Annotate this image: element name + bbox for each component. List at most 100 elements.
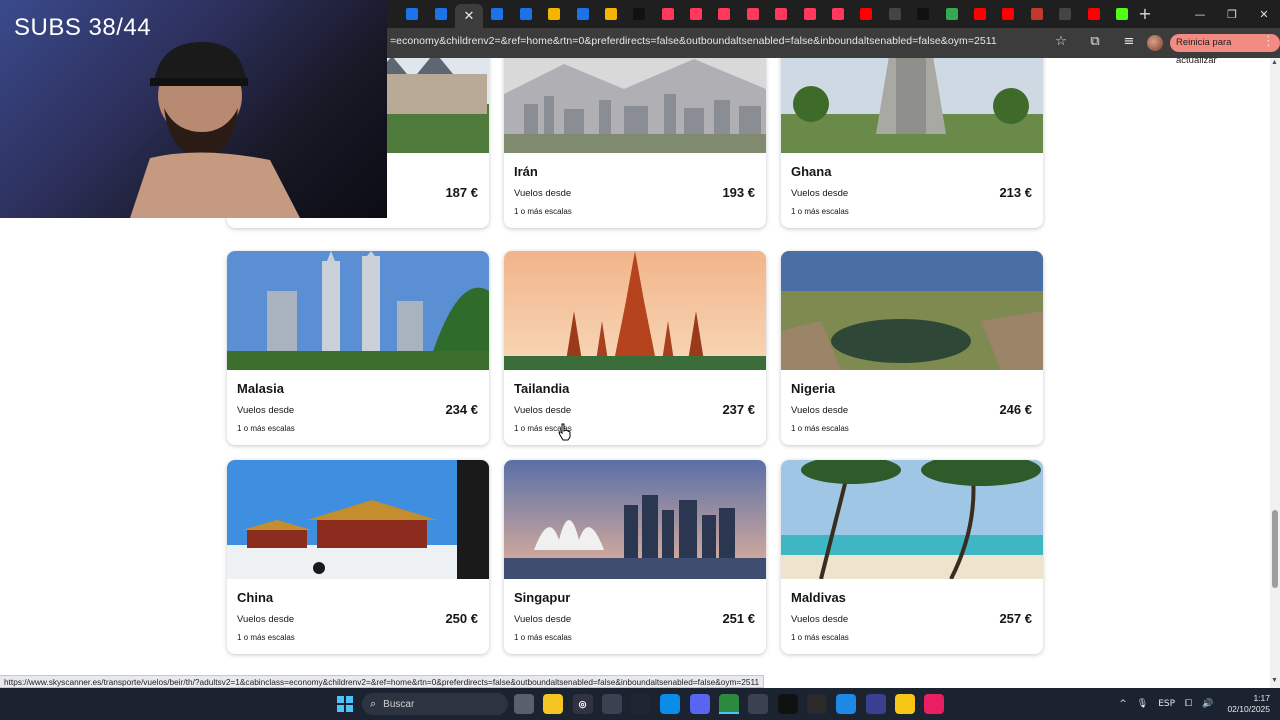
destination-card[interactable]: Tailandia Vuelos desde 237 €1 o más escala… [504,251,766,445]
sheet-icon [945,8,958,20]
clock[interactable]: 1:17 02/10/2025 [1227,693,1270,715]
browser-tab[interactable] [1108,3,1136,25]
mail-icon [491,8,504,20]
tiktok-icon [917,8,930,20]
folder-icon [548,8,561,20]
scroll-down-icon[interactable]: ▼ [1271,677,1278,684]
tiktok-icon[interactable] [777,694,798,714]
windows-taskbar: ⌕ Buscar ◎ ^ 🎙 ESP ⧠ 🔊 1:17 02/10/2025 [0,688,1280,720]
extensions-icon[interactable]: ⧉ [1087,34,1103,50]
windows-start-icon[interactable] [337,696,353,712]
destination-photo [504,460,766,579]
destination-card[interactable]: Irán Vuelos desde 193 € 1 o más escalas [504,58,766,228]
clock-date: 02/10/2025 [1227,704,1270,714]
capcut-icon[interactable] [806,694,827,714]
browser-tab[interactable] [795,3,823,25]
tiktok-live-icon[interactable] [924,694,945,714]
destination-card[interactable]: Singapur Vuelos desde 251 € 1 o más escalas [504,460,766,654]
destination-card[interactable]: Ghana Vuelos desde 213 € 1 o más escalas [781,58,1043,228]
destination-price: 193 € [722,185,755,200]
minimize-button[interactable]: — [1184,0,1216,28]
circle-icon [1030,8,1043,20]
app-icon[interactable] [748,694,769,714]
browser-tab[interactable] [568,3,596,25]
browser-tab[interactable] [426,3,454,25]
destination-price: 187 € [445,185,478,200]
notepad-icon[interactable] [836,694,857,714]
scroll-thumb[interactable] [1272,510,1278,588]
discord-icon[interactable] [689,694,710,714]
flights-from-label: Vuelos desde [237,614,295,625]
destination-name: Nigeria [791,381,836,396]
browser-tab[interactable] [966,3,994,25]
browser-tab[interactable] [994,3,1022,25]
destination-card[interactable]: Maldivas Vuelos desde 257 € 1 o más escalas [781,460,1043,654]
destination-price: 251 € [722,611,755,626]
browser-tab[interactable] [767,3,795,25]
browser-tab[interactable] [540,3,568,25]
destination-name: Maldivas [791,590,846,605]
browser-tab[interactable] [654,3,682,25]
brave-icon[interactable] [631,694,652,714]
browser-tab[interactable] [909,3,937,25]
flights-from-label: Vuelos desde [514,405,572,416]
media-controls-icon[interactable]: ≡ [1121,34,1137,50]
search-icon: ⌕ [370,697,377,710]
destination-name: Malasia [237,381,284,396]
browser-tab[interactable] [710,3,738,25]
obs-icon[interactable] [865,694,886,714]
browser-tab[interactable] [682,3,710,25]
airbnb-icon [803,8,816,20]
browser-tab[interactable] [739,3,767,25]
browser-tab[interactable] [512,3,540,25]
kick-icon [1115,8,1128,20]
system-tray: ^ 🎙 ESP ⧠ 🔊 1:17 02/10/2025 [1109,688,1270,720]
store-icon[interactable] [601,694,622,714]
browser-tab[interactable] [398,3,426,25]
microphone-icon[interactable]: 🎙 [1137,699,1148,709]
edge-icon[interactable] [660,694,681,714]
destination-card[interactable]: Nigeria Vuelos desde 246 € 1 o más escalas [781,251,1043,445]
destination-card[interactable]: China Vuelos desde 250 € 1 o más escalas [227,460,489,654]
browser-tab[interactable] [937,3,965,25]
flights-from-label: Vuelos desde [791,188,849,199]
browser-tab[interactable] [483,3,511,25]
chrome-icon[interactable] [719,694,740,714]
destination-card[interactable]: Malasia Vuelos desde 234 € 1 o más escalas [227,251,489,445]
chevron-up-icon[interactable]: ^ [1119,699,1127,709]
address-bar[interactable]: =economy&childrenv2=&ref=home&rtn=0&pref… [390,35,1030,51]
profile-avatar[interactable] [1147,35,1163,51]
browser-tab[interactable] [1023,3,1051,25]
browser-tab[interactable] [881,3,909,25]
page-scrollbar[interactable]: ▲ ▼ [1270,58,1280,688]
close-window-button[interactable]: ✕ [1248,0,1280,28]
mail-icon [519,8,532,20]
browser-tab[interactable] [824,3,852,25]
youtube-icon [1087,8,1100,20]
new-tab-button[interactable]: + [1136,4,1154,23]
task-view-icon[interactable] [514,694,534,714]
chatgpt-icon[interactable]: ◎ [572,694,593,714]
browser-tab[interactable] [1051,3,1079,25]
browser-tab[interactable] [625,3,653,25]
maximize-button[interactable]: ❐ [1216,0,1248,28]
warning-icon[interactable] [894,694,915,714]
volume-icon[interactable]: 🔊 [1202,699,1213,709]
stops-label: 1 o más escalas [237,424,295,433]
circle-icon [1059,8,1072,20]
stops-label: 1 o más escalas [237,633,295,642]
file-explorer-icon[interactable] [543,694,564,714]
scroll-up-icon[interactable]: ▲ [1271,59,1278,66]
close-icon[interactable]: ✕ [464,9,475,24]
flights-from-label: Vuelos desde [791,614,849,625]
taskbar-search[interactable]: ⌕ Buscar [362,693,508,715]
network-icon[interactable]: ⧠ [1185,699,1192,709]
language-indicator[interactable]: ESP [1158,699,1175,709]
browser-tab[interactable] [852,3,880,25]
browser-tab[interactable] [597,3,625,25]
bookmark-star-icon[interactable]: ☆ [1053,34,1069,50]
menu-icon[interactable]: ⋮ [1262,34,1275,49]
browser-tab[interactable] [1079,3,1107,25]
browser-tab[interactable]: ✕ [454,4,484,28]
destination-price: 213 € [999,185,1032,200]
